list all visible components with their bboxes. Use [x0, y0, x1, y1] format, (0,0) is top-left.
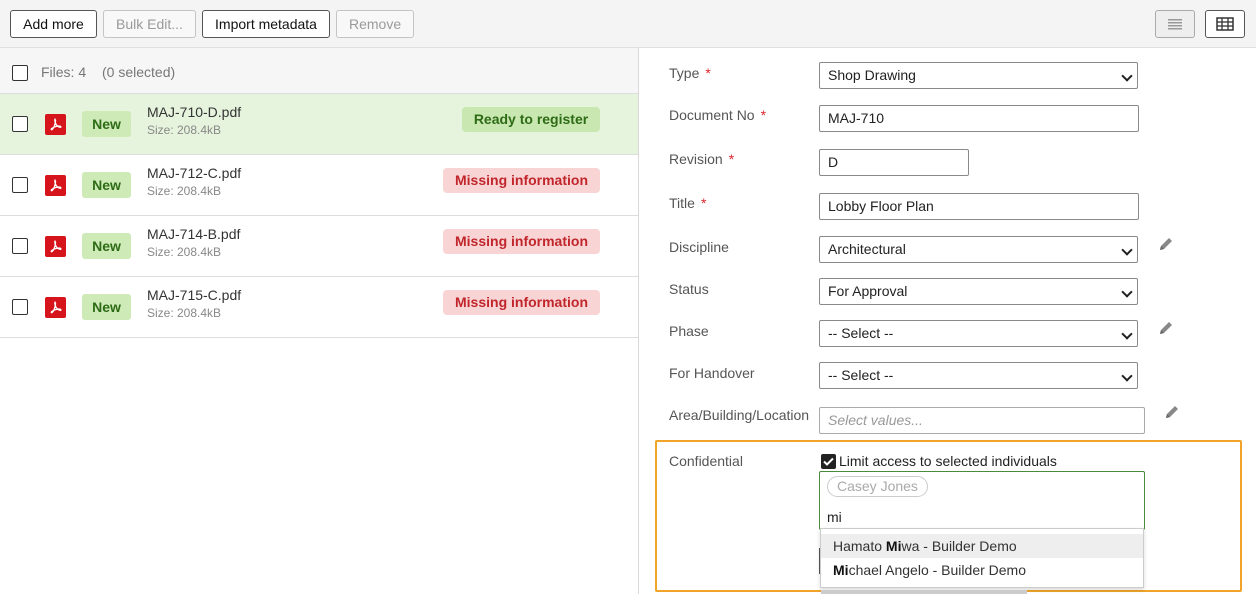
table-icon [1216, 17, 1234, 31]
status-badge: Missing information [443, 168, 600, 193]
row-checkbox[interactable] [12, 177, 28, 193]
discipline-value: Architectural [828, 241, 906, 257]
pencil-icon[interactable] [1157, 235, 1175, 253]
file-row[interactable]: New MAJ-715-C.pdf Size: 208.4kB Missing … [0, 277, 638, 338]
file-row[interactable]: New MAJ-712-C.pdf Size: 208.4kB Missing … [0, 155, 638, 216]
for-handover-label: For Handover [669, 365, 755, 381]
required-marker: * [705, 65, 711, 81]
suggestion-item[interactable]: Michael Angelo - Builder Demo [821, 558, 1143, 582]
status-select[interactable]: For Approval [819, 278, 1138, 305]
type-label: Type * [669, 65, 711, 81]
toolbar: Add more Bulk Edit... Import metadata Re… [0, 0, 1256, 48]
for-handover-value: -- Select -- [828, 367, 894, 383]
files-count: Files: 4 [41, 64, 87, 80]
metadata-form: Type * Shop Drawing Document No * MAJ-710 … [639, 48, 1256, 594]
table-view-button[interactable] [1205, 10, 1245, 38]
document-no-label: Document No * [669, 107, 767, 123]
type-value: Shop Drawing [828, 67, 916, 83]
revision-label: Revision * [669, 151, 735, 167]
required-marker: * [728, 151, 735, 167]
new-badge: New [82, 294, 131, 320]
bulk-edit-button[interactable]: Bulk Edit... [103, 10, 196, 38]
new-badge: New [82, 111, 131, 137]
file-size: Size: 208.4kB [147, 306, 222, 320]
pdf-icon [45, 236, 66, 257]
title-input[interactable]: Lobby Floor Plan [819, 193, 1139, 220]
area-multiselect[interactable]: Select values... [819, 407, 1145, 434]
status-badge: Missing information [443, 290, 600, 315]
row-checkbox[interactable] [12, 299, 28, 315]
phase-value: -- Select -- [828, 325, 894, 341]
document-no-input[interactable]: MAJ-710 [819, 105, 1139, 132]
chevron-down-icon [1121, 328, 1133, 340]
pdf-icon [45, 175, 66, 196]
tag-search-text[interactable]: mi [827, 509, 842, 525]
discipline-select[interactable]: Architectural [819, 236, 1138, 263]
new-badge: New [82, 233, 131, 259]
file-name: MAJ-715-C.pdf [147, 287, 242, 303]
status-label: Status [669, 281, 709, 297]
pdf-icon [45, 114, 66, 135]
phase-label: Phase [669, 323, 709, 339]
confidential-label: Confidential [669, 453, 743, 469]
status-badge: Ready to register [462, 107, 600, 132]
individuals-tag-input[interactable]: Casey Jones mi [819, 471, 1145, 530]
selected-count: (0 selected) [102, 64, 176, 80]
chevron-down-icon [1121, 370, 1133, 382]
file-list-panel: Files: 4 (0 selected) New MAJ-710-D.pdf … [0, 48, 638, 594]
scroll-edge [821, 590, 1027, 594]
phase-select[interactable]: -- Select -- [819, 320, 1138, 347]
file-row[interactable]: New MAJ-714-B.pdf Size: 208.4kB Missing … [0, 216, 638, 277]
file-name: MAJ-710-D.pdf [147, 104, 242, 120]
add-more-button[interactable]: Add more [10, 10, 97, 38]
list-view-button[interactable] [1155, 10, 1195, 38]
row-checkbox[interactable] [12, 116, 28, 132]
required-marker: * [760, 107, 767, 123]
for-handover-select[interactable]: -- Select -- [819, 362, 1138, 389]
select-all-checkbox[interactable] [12, 65, 28, 81]
discipline-label: Discipline [669, 239, 729, 255]
limit-access-label: Limit access to selected individuals [839, 453, 1057, 469]
chevron-down-icon [1121, 70, 1133, 82]
file-name: MAJ-714-B.pdf [147, 226, 241, 242]
chevron-down-icon [1121, 244, 1133, 256]
pencil-icon[interactable] [1157, 319, 1175, 337]
status-badge: Missing information [443, 229, 600, 254]
limit-access-checkbox[interactable] [821, 454, 836, 469]
status-value: For Approval [828, 283, 908, 299]
file-size: Size: 208.4kB [147, 184, 222, 198]
file-size: Size: 208.4kB [147, 245, 222, 259]
import-metadata-button[interactable]: Import metadata [202, 10, 330, 38]
chevron-down-icon [1121, 286, 1133, 298]
file-row[interactable]: New MAJ-710-D.pdf Size: 208.4kB Ready to… [0, 94, 638, 155]
file-size: Size: 208.4kB [147, 123, 222, 137]
revision-input[interactable]: D [819, 149, 969, 176]
pdf-icon [45, 297, 66, 318]
title-label: Title * [669, 195, 707, 211]
user-chip[interactable]: Casey Jones [827, 476, 928, 497]
list-icon [1168, 19, 1182, 30]
files-header: Files: 4 (0 selected) [0, 48, 638, 94]
pencil-icon[interactable] [1163, 403, 1181, 421]
suggestion-item[interactable]: Hamato Miwa - Builder Demo [821, 534, 1143, 558]
file-name: MAJ-712-C.pdf [147, 165, 242, 181]
required-marker: * [700, 195, 707, 211]
area-label: Area/Building/Location [669, 407, 810, 423]
remove-button[interactable]: Remove [336, 10, 414, 38]
suggestion-dropdown: Hamato Miwa - Builder Demo Michael Angel… [820, 528, 1144, 588]
new-badge: New [82, 172, 131, 198]
row-checkbox[interactable] [12, 238, 28, 254]
type-select[interactable]: Shop Drawing [819, 62, 1138, 89]
check-icon [823, 457, 834, 466]
